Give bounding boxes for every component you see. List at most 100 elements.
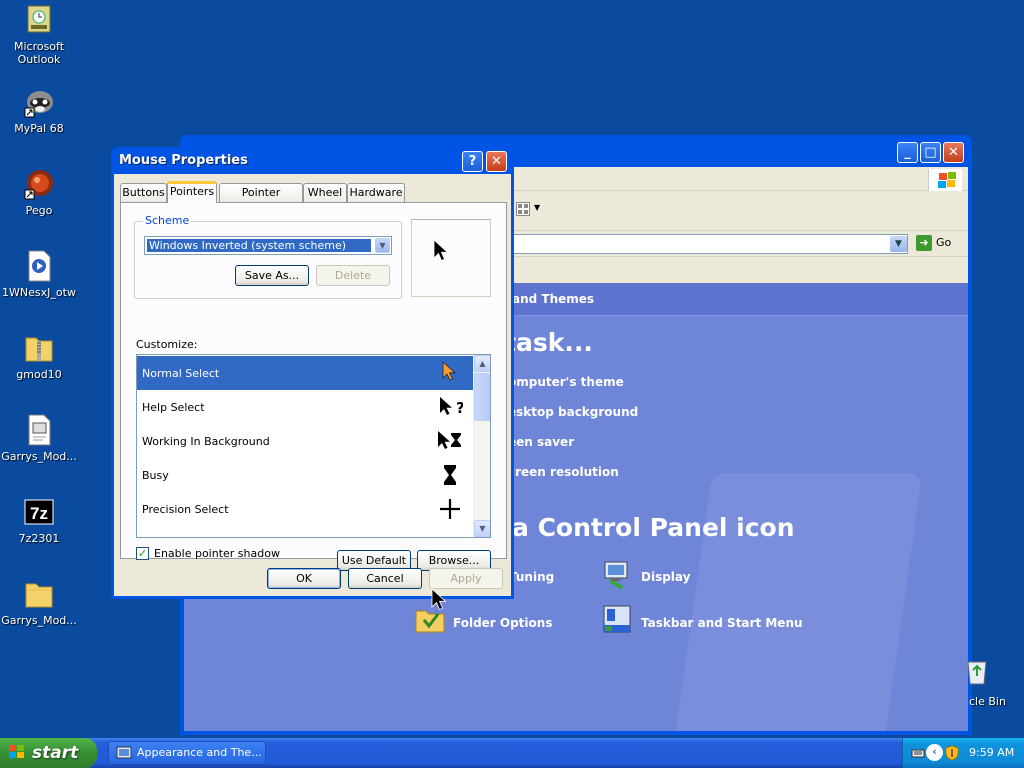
desktop-icon-outlook[interactable]: Microsoft Outlook [0, 4, 78, 66]
ok-button[interactable]: OK [267, 568, 341, 589]
delete-button[interactable]: Delete [316, 265, 390, 286]
desktop-icon-mypal[interactable]: MyPal 68 [0, 86, 78, 135]
scheme-selected-value: Windows Inverted (system scheme) [147, 239, 371, 252]
keyboard-icon[interactable] [911, 746, 925, 760]
desktop-icon-label: Garrys_Mod... [1, 614, 77, 627]
save-as-button[interactable]: Save As... [235, 265, 309, 286]
dialog-close-button[interactable]: ✕ [486, 151, 507, 172]
desktop-icon-media[interactable]: 1WNesxJ_otw [0, 250, 78, 299]
tab-label: Pointers [169, 185, 215, 198]
tab-buttons[interactable]: Buttons [120, 183, 167, 202]
tab-pointers[interactable]: Pointers [167, 181, 217, 203]
mouse-pointer-icon [431, 588, 447, 611]
cp-icon-taskbar[interactable]: Taskbar and Start Menu [641, 616, 803, 630]
list-item[interactable]: Busy [137, 458, 473, 492]
taskbar-icon [602, 603, 634, 635]
desktop-icon-7zip[interactable]: 7z 7z2301 [0, 496, 78, 545]
pointer-shadow-checkbox[interactable]: ✓ [136, 547, 149, 560]
cursor-list[interactable]: Normal Select Help Select ? Working In B… [136, 354, 491, 538]
crosshair-icon [440, 499, 460, 519]
go-label: Go [936, 236, 952, 249]
help-button[interactable]: ? [462, 151, 483, 172]
desktop-icon-label: 7z2301 [18, 532, 60, 545]
pick-task-heading: task... [504, 328, 593, 357]
close-button[interactable]: ✕ [943, 142, 964, 163]
pego-icon [23, 168, 55, 200]
maximize-button[interactable]: □ [920, 142, 941, 163]
mouse-properties-dialog[interactable]: Mouse Properties ? ✕ Buttons Pointers Po… [111, 147, 514, 599]
desktop-icon-garrys-mod-doc[interactable]: Garrys_Mod... [0, 414, 78, 463]
cp-icon-display[interactable]: Display [641, 570, 690, 584]
tab-pointer-options[interactable]: Pointer Options [219, 183, 303, 216]
windows-logo-icon [928, 169, 962, 191]
tab-label: Buttons [122, 186, 165, 199]
cursor-name: Normal Select [142, 367, 220, 380]
pointer-preview [411, 219, 491, 297]
button-label: Cancel [366, 572, 404, 585]
security-shield-icon[interactable] [945, 745, 959, 761]
taskbar: start Appearance and The... ‹ 9:59 AM [0, 738, 1024, 768]
cp-icon-folder-options[interactable]: Folder Options [453, 616, 552, 630]
pointer-shadow-label[interactable]: Enable pointer shadow [154, 547, 280, 560]
cursor-name: Help Select [142, 401, 205, 414]
go-arrow-icon: ➜ [916, 235, 932, 251]
scheme-group: Scheme Windows Inverted (system scheme) … [134, 214, 402, 299]
list-item[interactable]: Precision Select [137, 492, 473, 526]
list-item[interactable]: Normal Select [137, 356, 473, 390]
views-icon[interactable] [516, 202, 530, 216]
task-link-background[interactable]: esktop background [508, 405, 638, 419]
list-item[interactable]: Working In Background [137, 424, 473, 458]
desktop-icon-pego[interactable]: Pego [0, 168, 78, 217]
svg-text:?: ? [456, 399, 463, 417]
help-glyph: ? [468, 154, 477, 169]
desktop-icon-garrys-mod-folder[interactable]: Garrys_Mod... [0, 578, 78, 627]
pick-icon-heading: a Control Panel icon [512, 513, 795, 542]
cursor-name: Busy [142, 469, 169, 482]
mypal-icon [23, 86, 55, 118]
go-button[interactable]: ➜ Go [916, 235, 962, 253]
desktop-icon-label: 1WNesxJ_otw [2, 286, 76, 299]
recycle-bin-icon[interactable] [962, 656, 992, 686]
category-watermark [665, 473, 923, 731]
cancel-button[interactable]: Cancel [348, 568, 422, 589]
cp-icon-tuning[interactable]: Tuning [509, 570, 554, 584]
tab-hardware[interactable]: Hardware [347, 183, 405, 202]
task-link-screensaver[interactable]: een saver [508, 435, 574, 449]
clock[interactable]: 9:59 AM [969, 746, 1014, 759]
cp-icon-label: Display [641, 570, 691, 584]
dialog-title: Mouse Properties [119, 153, 248, 168]
scroll-thumb[interactable] [474, 373, 490, 421]
button-label: Apply [450, 572, 482, 585]
pointers-panel: Scheme Windows Inverted (system scheme) … [120, 202, 507, 571]
system-tray: ‹ 9:59 AM [902, 738, 1024, 768]
cursor-list-scrollbar[interactable]: ▲ ▼ [473, 355, 490, 537]
zip-folder-icon [23, 332, 55, 364]
document-icon [23, 414, 55, 446]
tab-label: Hardware [349, 186, 403, 199]
address-dropdown-icon[interactable]: ▼ [890, 236, 907, 252]
desktop-icon-label: Garrys_Mod... [1, 450, 77, 463]
apply-button[interactable]: Apply [429, 568, 503, 589]
desktop-icon-gmod10[interactable]: gmod10 [0, 332, 78, 381]
7zip-icon: 7z [23, 496, 55, 528]
button-label: Browse... [428, 554, 480, 567]
list-item[interactable]: Help Select ? [137, 390, 473, 424]
dialog-titlebar[interactable]: Mouse Properties ? ✕ [114, 147, 511, 174]
scroll-up-icon[interactable]: ▲ [474, 355, 490, 372]
cursor-name: Working In Background [142, 435, 270, 448]
task-link-theme[interactable]: omputer's theme [508, 375, 624, 389]
cp-icon-label: Folder Options [453, 616, 553, 630]
task-link-resolution[interactable]: creen resolution [508, 465, 619, 479]
views-dropdown-icon[interactable]: ▼ [534, 203, 540, 212]
arrow-cursor-icon [442, 361, 457, 381]
hourglass-icon [444, 465, 456, 485]
tab-wheel[interactable]: Wheel [303, 183, 347, 202]
taskbar-button-appearance[interactable]: Appearance and The... [108, 741, 266, 765]
chevron-down-icon[interactable]: ▼ [375, 238, 390, 253]
scroll-down-icon[interactable]: ▼ [474, 520, 490, 537]
show-hidden-icons-icon[interactable]: ‹ [926, 744, 943, 761]
start-button[interactable]: start [0, 738, 97, 768]
scheme-select[interactable]: Windows Inverted (system scheme) ▼ [144, 236, 392, 255]
display-icon [602, 558, 634, 590]
minimize-button[interactable]: _ [897, 142, 918, 163]
